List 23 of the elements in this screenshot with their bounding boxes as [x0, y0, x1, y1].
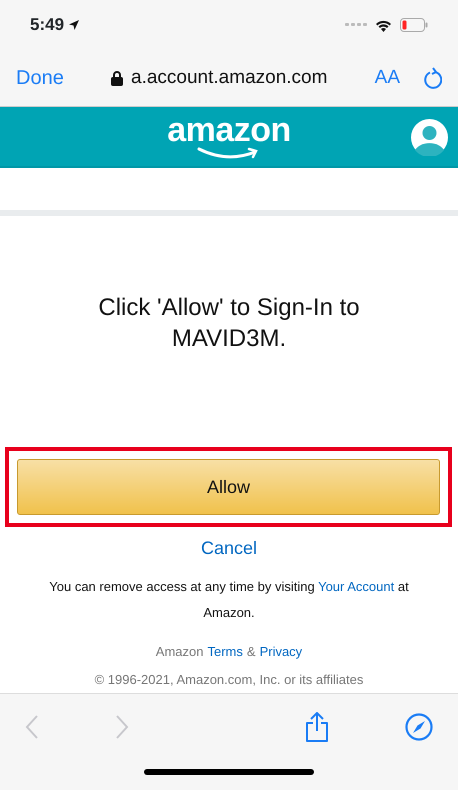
reload-icon[interactable]: [424, 67, 442, 89]
wifi-icon: [375, 18, 392, 32]
terms-link[interactable]: Terms: [208, 642, 243, 662]
your-account-link[interactable]: Your Account: [318, 579, 394, 594]
battery-icon: [400, 18, 428, 32]
clock-time: 5:49: [30, 14, 64, 36]
access-notice: You can remove access at any time by visiting Your Account at Amazon.: [48, 578, 410, 622]
lock-icon: [111, 70, 123, 86]
location-arrow-icon: [68, 19, 80, 31]
allow-button[interactable]: Allow: [17, 459, 440, 516]
cancel-link[interactable]: Cancel: [200, 538, 258, 558]
user-avatar-icon[interactable]: [411, 119, 448, 156]
copyright-text: © 1996-2021, Amazon.com, Inc. or its affiliates: [94, 672, 364, 687]
signal-icon: [345, 23, 367, 27]
done-button[interactable]: Done: [16, 63, 64, 93]
share-icon[interactable]: [305, 712, 329, 742]
sign-in-prompt: Click 'Allow' to Sign-In to MAVID3M.: [97, 293, 361, 354]
text-size-button[interactable]: AA: [374, 64, 400, 92]
compass-icon[interactable]: [405, 713, 433, 741]
privacy-link[interactable]: Privacy: [260, 642, 302, 662]
ampersand: &: [246, 643, 256, 662]
footer-brand: Amazon: [156, 643, 204, 662]
url-text[interactable]: a.account.amazon.com: [131, 64, 328, 92]
